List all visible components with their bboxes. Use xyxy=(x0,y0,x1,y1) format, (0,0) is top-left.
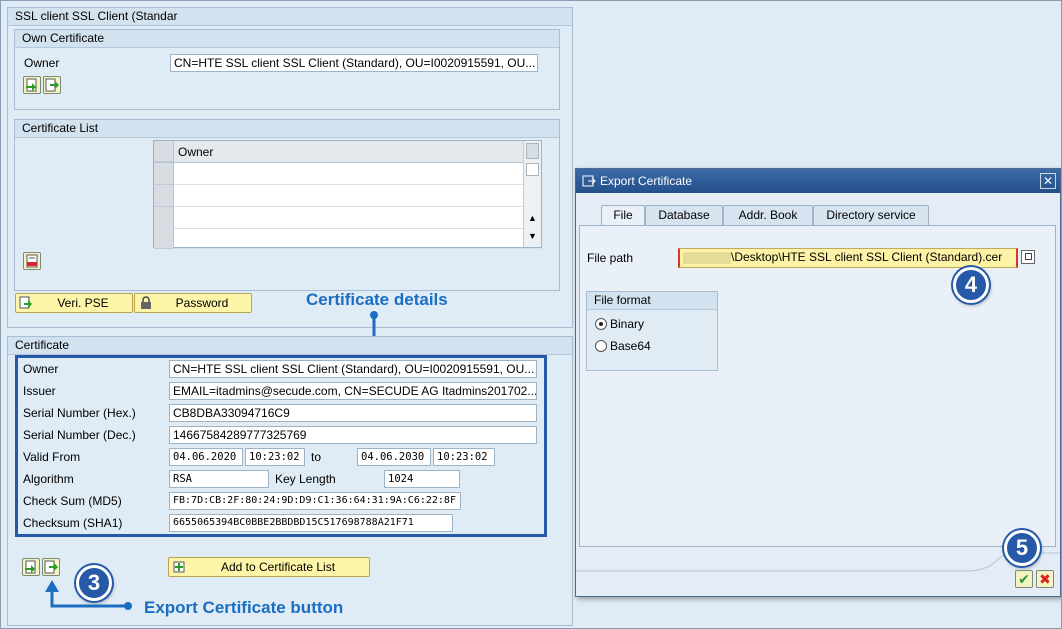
valid-from-time-field[interactable]: 10:23:02 xyxy=(245,448,305,466)
scroll-down-icon[interactable]: ▼ xyxy=(528,231,537,241)
sha1-label: Checksum (SHA1) xyxy=(23,516,123,530)
radio-base64-label[interactable]: Base64 xyxy=(610,339,651,353)
certificate-list-table: Owner ▲ ▼ xyxy=(153,140,542,249)
row-selector[interactable] xyxy=(154,185,174,207)
main-panel: SSL client SSL Client (Standar Own Certi… xyxy=(7,7,573,328)
export-icon[interactable] xyxy=(43,76,61,94)
key-length-field[interactable]: 1024 xyxy=(384,470,460,488)
dialog-tabstrip: File Database Addr. Book Directory servi… xyxy=(587,205,1057,227)
file-path-label: File path xyxy=(587,251,634,265)
tab-addr-book[interactable]: Addr. Book xyxy=(723,205,813,225)
export-certificate-icon[interactable] xyxy=(42,558,60,576)
column-header-owner[interactable]: Owner xyxy=(178,145,213,159)
table-row[interactable] xyxy=(154,163,541,185)
valid-to-date-field[interactable]: 04.06.2030 xyxy=(357,448,431,466)
dialog-title: Export Certificate xyxy=(600,174,693,188)
export-button-callout: Export Certificate button xyxy=(144,598,344,617)
valid-to-time-field[interactable]: 10:23:02 xyxy=(433,448,495,466)
cert-owner-field[interactable]: CN=HTE SSL client SSL Client (Standard),… xyxy=(169,360,537,378)
import-icon[interactable] xyxy=(23,76,41,94)
password-label: Password xyxy=(175,296,229,310)
file-format-group: File format Binary Base64 xyxy=(586,291,718,371)
column-config-icon[interactable] xyxy=(526,143,539,159)
import-certificate-icon[interactable] xyxy=(22,558,40,576)
close-icon[interactable]: ✕ xyxy=(1040,173,1056,189)
own-owner-label: Owner xyxy=(24,56,60,70)
serial-hex-label: Serial Number (Hex.) xyxy=(23,406,136,420)
delete-entry-icon[interactable] xyxy=(23,252,41,270)
main-panel-title: SSL client SSL Client (Standar xyxy=(8,8,572,26)
lock-icon xyxy=(139,296,153,315)
radio-binary-label[interactable]: Binary xyxy=(610,317,644,331)
table-row[interactable] xyxy=(154,207,541,229)
table-header: Owner xyxy=(154,141,541,163)
dialog-titlebar: Export Certificate ✕ xyxy=(576,169,1060,193)
serial-hex-field[interactable]: CB8DBA33094716C9 xyxy=(169,404,537,422)
table-row[interactable] xyxy=(154,185,541,207)
browse-icon[interactable] xyxy=(1021,250,1035,264)
export-certificate-dialog: Export Certificate ✕ File Database Addr.… xyxy=(575,168,1061,597)
tab-database[interactable]: Database xyxy=(645,205,723,225)
scroll-up-icon[interactable]: ▲ xyxy=(528,213,537,223)
own-owner-field[interactable]: CN=HTE SSL client SSL Client (Standard),… xyxy=(170,54,538,72)
certificate-details-callout: Certificate details xyxy=(306,290,448,309)
file-path-input[interactable]: \Desktop\HTE SSL client SSL Client (Stan… xyxy=(678,248,1018,268)
certificate-list-title: Certificate List xyxy=(15,120,559,138)
file-path-value: \Desktop\HTE SSL client SSL Client (Stan… xyxy=(731,250,1003,264)
table-row[interactable] xyxy=(154,227,541,249)
certificate-list-group: Certificate List Owner ▲ ▼ xyxy=(14,119,560,291)
vertical-scrollbar[interactable]: ▲ ▼ xyxy=(523,141,541,247)
sha1-field[interactable]: 6655065394BC0BBE2BBDBD15C517698788A21F71 xyxy=(169,514,453,532)
add-to-certificate-list-button[interactable]: Add to Certificate List xyxy=(168,557,370,577)
md5-label: Check Sum (MD5) xyxy=(23,494,122,508)
valid-to-label: to xyxy=(311,450,322,464)
veri-pse-icon xyxy=(19,296,33,315)
footer-divider xyxy=(576,552,1060,572)
radio-binary[interactable] xyxy=(595,318,607,330)
key-length-label: Key Length xyxy=(275,472,336,486)
serial-dec-label: Serial Number (Dec.) xyxy=(23,428,136,442)
scroll-thumb[interactable] xyxy=(526,163,539,176)
veri-pse-button[interactable]: Veri. PSE xyxy=(15,293,133,313)
file-format-title: File format xyxy=(587,292,717,310)
row-selector[interactable] xyxy=(154,227,174,249)
password-button[interactable]: Password xyxy=(134,293,252,313)
cert-owner-label: Owner xyxy=(23,362,59,376)
tab-file[interactable]: File xyxy=(601,205,645,226)
select-all-cell[interactable] xyxy=(154,141,174,162)
valid-from-label: Valid From xyxy=(23,450,81,464)
radio-base64[interactable] xyxy=(595,340,607,352)
algorithm-field[interactable]: RSA xyxy=(169,470,269,488)
veri-pse-label: Veri. PSE xyxy=(57,296,109,310)
certificate-title: Certificate xyxy=(8,337,572,355)
add-to-list-label: Add to Certificate List xyxy=(220,560,336,574)
add-list-icon xyxy=(173,560,187,579)
cert-issuer-label: Issuer xyxy=(23,384,56,398)
cancel-x-icon[interactable]: ✖ xyxy=(1036,570,1054,588)
confirm-check-icon[interactable]: ✔ xyxy=(1015,570,1033,588)
row-selector[interactable] xyxy=(154,207,174,229)
step-4-badge: 4 xyxy=(953,267,989,303)
valid-from-date-field[interactable]: 04.06.2020 xyxy=(169,448,243,466)
md5-field[interactable]: FB:7D:CB:2F:80:24:9D:D9:C1:36:64:31:9A:C… xyxy=(169,492,461,510)
row-selector[interactable] xyxy=(154,163,174,185)
blurred-path-segment xyxy=(683,251,731,264)
tab-directory-service[interactable]: Directory service xyxy=(813,205,929,225)
own-certificate-group: Own Certificate Owner CN=HTE SSL client … xyxy=(14,29,560,110)
cert-issuer-field[interactable]: EMAIL=itadmins@secude.com, CN=SECUDE AG … xyxy=(169,382,537,400)
algorithm-label: Algorithm xyxy=(23,472,74,486)
serial-dec-field[interactable]: 14667584289777325769 xyxy=(169,426,537,444)
step-5-badge: 5 xyxy=(1004,530,1040,566)
callout-arrow-up xyxy=(45,580,132,610)
dialog-icon xyxy=(582,174,596,191)
own-certificate-title: Own Certificate xyxy=(15,30,559,48)
